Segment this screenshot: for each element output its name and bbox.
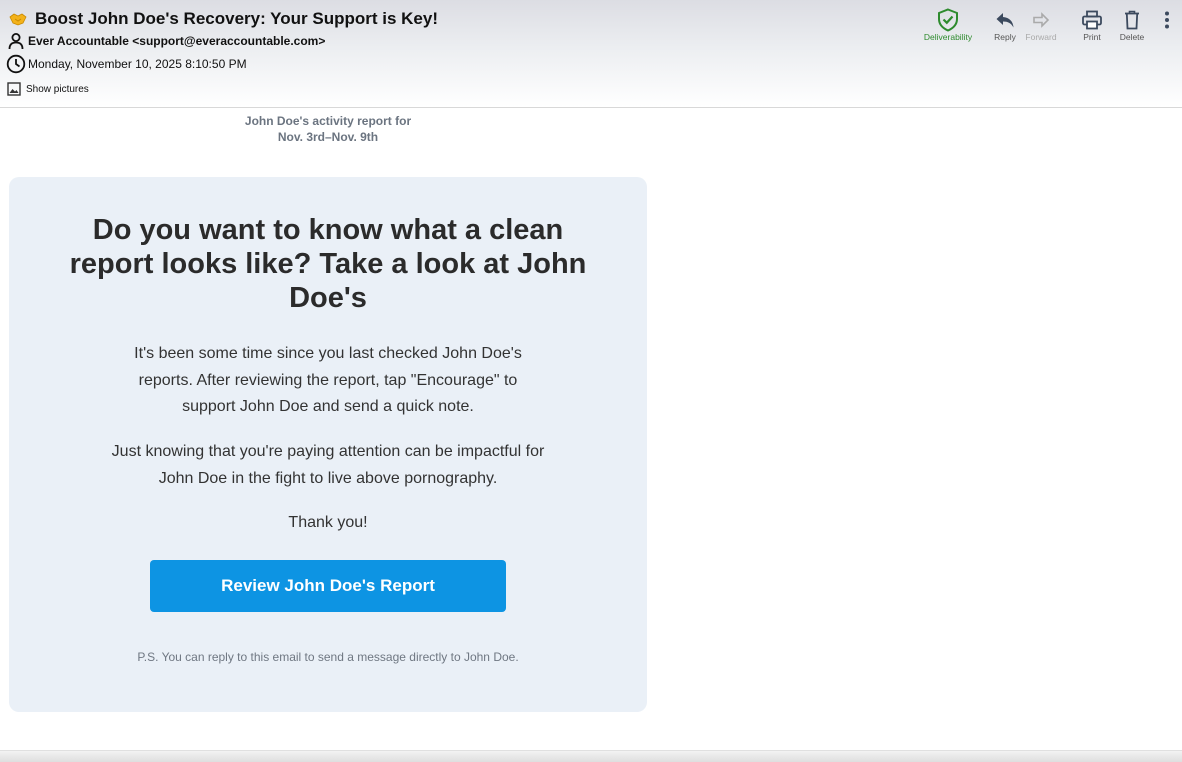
- show-pictures-link[interactable]: Show pictures: [6, 81, 89, 97]
- paragraph-checkin: It's been some time since you last check…: [134, 345, 522, 415]
- trash-icon: [1120, 8, 1144, 32]
- delete-label: Delete: [1119, 32, 1145, 42]
- paragraph-impact: Just knowing that you're paying attentio…: [111, 443, 545, 487]
- review-report-button[interactable]: Review John Doe's Report: [150, 560, 506, 612]
- print-button[interactable]: Print: [1072, 8, 1112, 44]
- reply-icon: [993, 8, 1017, 32]
- email-date: Monday, November 10, 2025 8:10:50 PM: [28, 57, 247, 71]
- deliverability-button[interactable]: Deliverability: [918, 8, 978, 44]
- forward-label: Forward: [1025, 32, 1057, 42]
- sender-address[interactable]: Ever Accountable <support@everaccountabl…: [28, 34, 325, 48]
- delete-button[interactable]: Delete: [1112, 8, 1152, 44]
- message-toolbar: Deliverability Reply Forward Print Delet…: [918, 8, 1182, 44]
- person-icon: [6, 31, 26, 51]
- shield-check-icon: [936, 8, 960, 32]
- postscript-text: P.S. You can reply to this email to send…: [137, 650, 519, 664]
- reply-button[interactable]: Reply: [984, 8, 1026, 44]
- print-label: Print: [1083, 32, 1101, 42]
- reply-label: Reply: [994, 32, 1016, 42]
- clock-icon: [6, 54, 26, 74]
- message-card: Do you want to know what a clean report …: [9, 177, 647, 712]
- report-caption-title: John Doe's activity report for: [244, 114, 412, 128]
- image-icon: [6, 81, 22, 97]
- forward-arrow-icon: [1029, 8, 1053, 32]
- handshake-icon: [8, 9, 28, 29]
- headline: Do you want to know what a clean report …: [69, 214, 587, 314]
- horizontal-scrollbar[interactable]: [0, 750, 1182, 762]
- show-pictures-label[interactable]: Show pictures: [26, 84, 89, 95]
- email-header: Boost John Doe's Recovery: Your Support …: [0, 0, 1182, 108]
- more-vertical-icon: [1155, 8, 1179, 32]
- report-caption: John Doe's activity report for Nov. 3rd–…: [228, 113, 428, 145]
- sender-row: Ever Accountable <support@everaccountabl…: [6, 31, 325, 51]
- more-options-button[interactable]: [1152, 8, 1182, 44]
- subject-row: Boost John Doe's Recovery: Your Support …: [8, 8, 438, 30]
- date-row: Monday, November 10, 2025 8:10:50 PM: [6, 54, 247, 74]
- report-caption-range: Nov. 3rd–Nov. 9th: [277, 130, 379, 144]
- thank-you-text: Thank you!: [288, 514, 368, 531]
- forward-button[interactable]: Forward: [1025, 8, 1057, 44]
- email-subject: Boost John Doe's Recovery: Your Support …: [35, 9, 438, 28]
- deliverability-label: Deliverability: [923, 32, 973, 42]
- printer-icon: [1080, 8, 1104, 32]
